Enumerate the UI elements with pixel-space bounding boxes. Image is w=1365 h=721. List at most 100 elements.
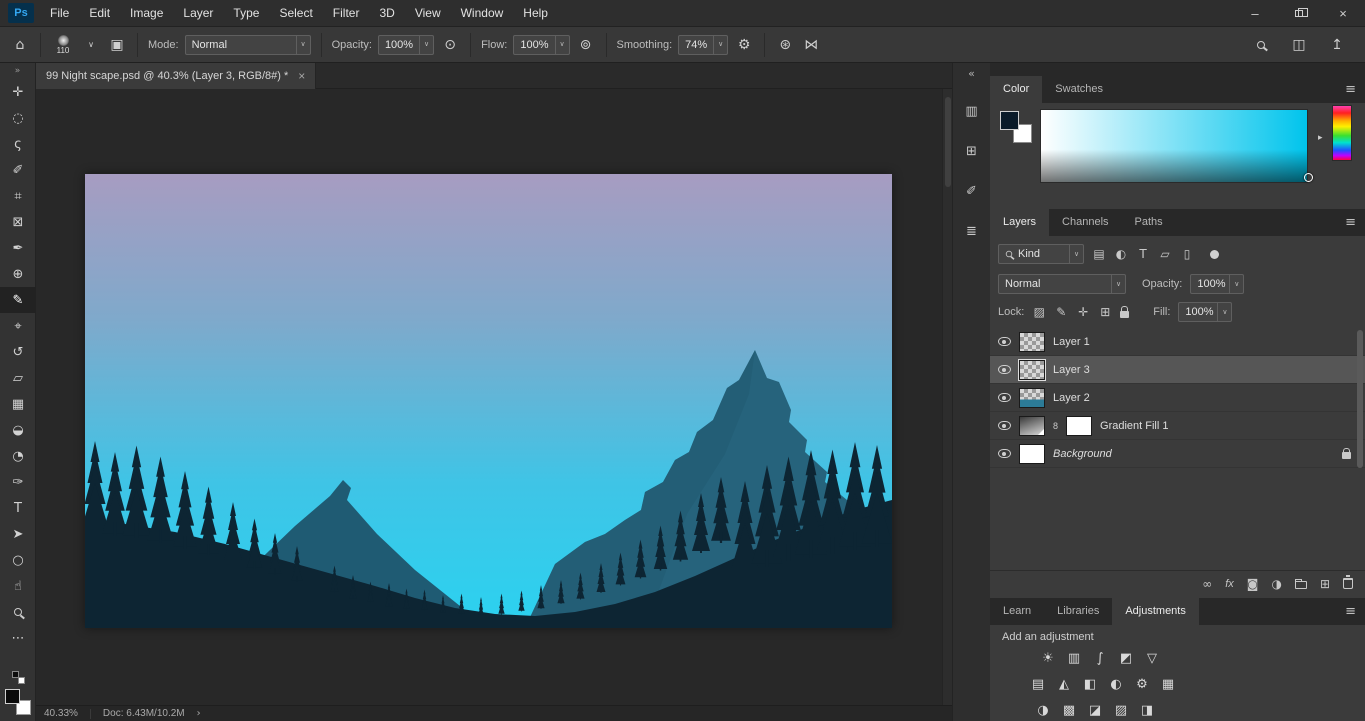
document-scrollbar[interactable] bbox=[942, 89, 952, 705]
adjustment-photo-filter-icon[interactable]: ◐ bbox=[1108, 678, 1124, 691]
color-cursor[interactable] bbox=[1304, 173, 1313, 182]
add-layer-mask-icon[interactable]: ◙ bbox=[1247, 578, 1259, 590]
lock-all-icon[interactable] bbox=[1120, 311, 1129, 318]
panel-menu-icon[interactable]: ≡ bbox=[1345, 209, 1356, 236]
layer-visibility-icon[interactable] bbox=[998, 449, 1011, 458]
layer-opacity-select[interactable]: 100% ∨ bbox=[1190, 274, 1244, 294]
brush-preset-picker[interactable]: 110 bbox=[51, 35, 75, 55]
zoom-tool[interactable] bbox=[0, 599, 36, 625]
new-layer-icon[interactable]: ⊞ bbox=[1320, 578, 1330, 590]
path-selection-tool[interactable]: ➤ bbox=[0, 521, 36, 547]
tab-color[interactable]: Color bbox=[990, 76, 1042, 103]
toolbox-collapse-icon[interactable]: » bbox=[0, 63, 35, 79]
filter-smart-objects-icon[interactable]: ▯ bbox=[1180, 248, 1194, 260]
tab-channels[interactable]: Channels bbox=[1049, 209, 1121, 236]
tab-paths[interactable]: Paths bbox=[1122, 209, 1176, 236]
opacity-select[interactable]: 100% ∨ bbox=[378, 35, 434, 55]
adjustment-gradient-map-icon[interactable]: ▨ bbox=[1113, 704, 1129, 717]
adjustment-vibrance-icon[interactable]: ▽ bbox=[1144, 652, 1160, 665]
link-layers-icon[interactable]: ∞ bbox=[1202, 578, 1212, 590]
filter-type-layers-icon[interactable]: T bbox=[1136, 248, 1150, 260]
blend-mode-select[interactable]: Normal ∨ bbox=[185, 35, 311, 55]
mask-link-icon[interactable]: 8 bbox=[1053, 421, 1058, 431]
kind-filter-select[interactable]: Kind ∨ bbox=[998, 244, 1084, 264]
lock-image-pixels-icon[interactable]: ✎ bbox=[1054, 306, 1068, 318]
adjustment-selective-color-icon[interactable]: ◨ bbox=[1139, 704, 1155, 717]
adjustment-invert-icon[interactable]: ◑ bbox=[1035, 704, 1051, 717]
character-panel-icon[interactable]: ≣ bbox=[960, 219, 984, 243]
layer-visibility-icon[interactable] bbox=[998, 393, 1011, 402]
gradient-tool[interactable]: ▦ bbox=[0, 391, 36, 417]
menu-filter[interactable]: Filter bbox=[323, 0, 370, 26]
pressure-opacity-icon[interactable]: ⊙ bbox=[440, 38, 460, 52]
brush-tool[interactable]: ✎ bbox=[0, 287, 36, 313]
layer-thumbnail[interactable] bbox=[1019, 360, 1045, 380]
new-adjustment-layer-icon[interactable]: ◑ bbox=[1271, 578, 1281, 590]
menu-3d[interactable]: 3D bbox=[369, 0, 404, 26]
lock-artboard-icon[interactable]: ⊞ bbox=[1098, 306, 1112, 318]
layer-name[interactable]: Gradient Fill 1 bbox=[1100, 420, 1168, 432]
symmetry-icon[interactable]: ⋈ bbox=[801, 38, 821, 52]
hand-tool[interactable]: ☝ bbox=[0, 573, 36, 599]
scrollbar-thumb[interactable] bbox=[945, 97, 951, 187]
histogram-panel-icon[interactable]: ▥ bbox=[960, 99, 984, 123]
eyedropper-tool[interactable]: ✒ bbox=[0, 235, 36, 261]
home-icon[interactable]: ⌂ bbox=[10, 38, 30, 52]
menu-view[interactable]: View bbox=[405, 0, 451, 26]
marquee-tool[interactable]: ◌ bbox=[0, 105, 36, 131]
menu-window[interactable]: Window bbox=[451, 0, 514, 26]
chevron-down-icon[interactable]: ∨ bbox=[81, 41, 101, 49]
history-brush-tool[interactable]: ↺ bbox=[0, 339, 36, 365]
menu-type[interactable]: Type bbox=[223, 0, 269, 26]
layer-thumbnail[interactable] bbox=[1019, 444, 1045, 464]
menu-file[interactable]: File bbox=[40, 0, 79, 26]
tab-layers[interactable]: Layers bbox=[990, 209, 1049, 236]
search-icon[interactable] bbox=[1251, 41, 1271, 49]
layer-visibility-icon[interactable] bbox=[998, 421, 1011, 430]
layer-row[interactable]: Layer 1 bbox=[990, 328, 1365, 356]
saturation-brightness-field[interactable] bbox=[1040, 109, 1308, 183]
close-button[interactable]: × bbox=[1321, 0, 1365, 26]
layer-thumbnail[interactable] bbox=[1019, 332, 1045, 352]
photoshop-logo[interactable]: Ps bbox=[8, 3, 34, 23]
clone-stamp-tool[interactable]: ⌖ bbox=[0, 313, 36, 339]
layer-mask-thumbnail[interactable] bbox=[1066, 416, 1092, 436]
properties-panel-icon[interactable]: ⊞ bbox=[960, 139, 984, 163]
pen-tool[interactable]: ✑ bbox=[0, 469, 36, 495]
menu-help[interactable]: Help bbox=[513, 0, 558, 26]
adjustment-channel-mixer-icon[interactable]: ⚙ bbox=[1134, 678, 1150, 691]
crop-tool[interactable]: ⌗ bbox=[0, 183, 36, 209]
filter-adjustment-layers-icon[interactable]: ◐ bbox=[1114, 248, 1128, 260]
eraser-tool[interactable]: ▱ bbox=[0, 365, 36, 391]
adjustment-threshold-icon[interactable]: ◪ bbox=[1087, 704, 1103, 717]
panel-menu-icon[interactable]: ≡ bbox=[1345, 76, 1356, 103]
type-tool[interactable]: T bbox=[0, 495, 36, 521]
layer-blend-mode-select[interactable]: Normal ∨ bbox=[998, 274, 1126, 294]
document-tab[interactable]: 99 Night scape.psd @ 40.3% (Layer 3, RGB… bbox=[36, 63, 316, 89]
default-colors-icon[interactable] bbox=[12, 671, 25, 684]
lasso-tool[interactable]: ς bbox=[0, 131, 36, 157]
menu-image[interactable]: Image bbox=[120, 0, 173, 26]
minimize-button[interactable]: – bbox=[1233, 0, 1277, 26]
clone-source-panel-icon[interactable]: ✐ bbox=[960, 179, 984, 203]
layer-name[interactable]: Layer 3 bbox=[1053, 364, 1090, 376]
adjustment-brightness-contrast-icon[interactable]: ☀ bbox=[1040, 652, 1056, 665]
shape-tool[interactable]: ○ bbox=[0, 547, 36, 573]
restore-button[interactable] bbox=[1277, 0, 1321, 26]
layer-fill-select[interactable]: 100% ∨ bbox=[1178, 302, 1232, 322]
smoothing-options-gear-icon[interactable]: ⚙ bbox=[734, 38, 754, 52]
hue-slider[interactable] bbox=[1332, 105, 1352, 161]
layer-row[interactable]: Background bbox=[990, 440, 1365, 468]
layer-effects-icon[interactable]: fx bbox=[1225, 578, 1234, 590]
filter-shape-layers-icon[interactable]: ▱ bbox=[1158, 248, 1172, 260]
lock-transparent-pixels-icon[interactable]: ▨ bbox=[1032, 306, 1046, 318]
adjustment-black-white-icon[interactable]: ◧ bbox=[1082, 678, 1098, 691]
layer-row-selected[interactable]: Layer 3 bbox=[990, 356, 1365, 384]
layer-visibility-icon[interactable] bbox=[998, 337, 1011, 346]
panel-menu-icon[interactable]: ≡ bbox=[1345, 598, 1356, 625]
adjustment-color-lookup-icon[interactable]: ▦ bbox=[1160, 678, 1176, 691]
menu-edit[interactable]: Edit bbox=[79, 0, 120, 26]
smoothing-select[interactable]: 74% ∨ bbox=[678, 35, 728, 55]
move-tool[interactable]: ✛ bbox=[0, 79, 36, 105]
share-icon[interactable]: ↥ bbox=[1327, 38, 1347, 52]
